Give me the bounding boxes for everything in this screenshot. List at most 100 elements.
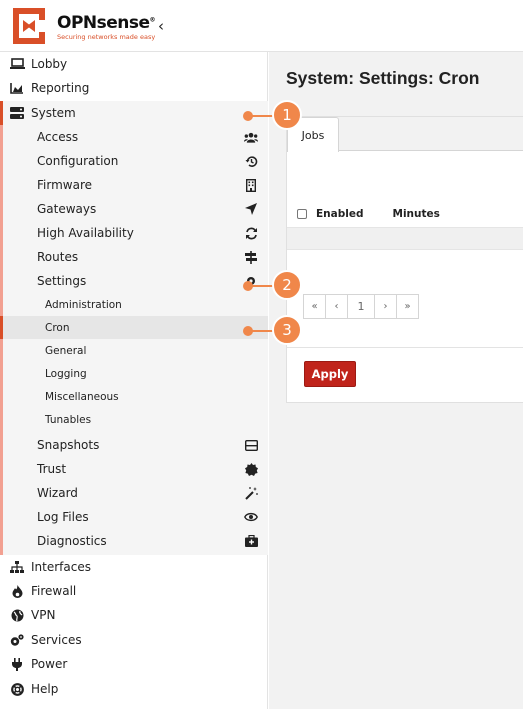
prev-page-button[interactable]: ‹: [325, 294, 348, 319]
life-ring-icon: [7, 682, 27, 696]
sidebar-item-label: Log Files: [37, 510, 89, 524]
sidebar-item-label: Diagnostics: [37, 534, 107, 548]
sidebar-item-label: Administration: [45, 298, 122, 311]
sidebar-item-label: Reporting: [31, 81, 90, 95]
system-submenu: Access Configuration Firmware Gateways H…: [0, 125, 268, 555]
main-content: System: Settings: Cron Jobs Enabled Minu…: [269, 52, 523, 709]
sidebar-item-gateways[interactable]: Gateways: [3, 197, 268, 221]
apply-button[interactable]: Apply: [304, 361, 356, 387]
sidebar-item-tunables[interactable]: Tunables: [3, 408, 268, 431]
refresh-icon: [244, 226, 258, 240]
sidebar-item-system[interactable]: System: [0, 101, 268, 125]
panel-divider: [287, 347, 523, 348]
sidebar-item-snapshots[interactable]: Snapshots: [3, 433, 268, 457]
next-page-button[interactable]: ›: [374, 294, 397, 319]
magic-icon: [244, 486, 258, 500]
sidebar-item-label: High Availability: [37, 226, 134, 240]
sidebar-item-firewall[interactable]: Firewall: [0, 579, 268, 603]
plug-icon: [7, 657, 27, 671]
sidebar-item-interfaces[interactable]: Interfaces: [0, 555, 268, 579]
sidebar-item-label: Help: [31, 682, 59, 696]
sidebar-item-label: Snapshots: [37, 438, 100, 452]
sidebar-item-label: Trust: [37, 462, 67, 476]
sidebar-item-routes[interactable]: Routes: [3, 245, 268, 269]
sidebar-item-label: Cron: [45, 321, 70, 334]
callout-badge-2: 2: [272, 270, 302, 300]
sidebar-item-wizard[interactable]: Wizard: [3, 481, 268, 505]
sidebar-item-label: Firmware: [37, 178, 92, 192]
last-page-button[interactable]: »: [396, 294, 419, 319]
sidebar-item-log-files[interactable]: Log Files: [3, 505, 268, 529]
brand-tagline: Securing networks made easy: [57, 33, 156, 41]
sidebar-item-diagnostics[interactable]: Diagnostics: [3, 529, 268, 553]
sidebar-item-lobby[interactable]: Lobby: [0, 52, 268, 76]
sidebar-nav: Lobby Reporting System Access Configurat…: [0, 52, 268, 709]
sitemap-icon: [7, 561, 27, 573]
sidebar-item-cron[interactable]: Cron: [0, 316, 268, 339]
sidebar-item-settings[interactable]: Settings: [3, 269, 268, 293]
sidebar-item-reporting[interactable]: Reporting: [0, 76, 268, 100]
select-all-checkbox[interactable]: [297, 209, 307, 219]
column-header-minutes[interactable]: Minutes: [393, 208, 440, 220]
certificate-icon: [244, 462, 258, 476]
sidebar-item-general[interactable]: General: [3, 339, 268, 362]
callout-dot-1: [243, 111, 253, 121]
building-icon: [244, 178, 258, 192]
users-icon: [244, 130, 258, 144]
sidebar-item-vpn[interactable]: VPN: [0, 603, 268, 627]
sidebar-item-firmware[interactable]: Firmware: [3, 173, 268, 197]
brand-name-text: OPNsense: [57, 13, 150, 33]
sidebar-item-label: Tunables: [45, 413, 92, 426]
sidebar-item-label: Configuration: [37, 154, 119, 168]
sidebar-item-label: Lobby: [31, 57, 68, 71]
opnsense-logo-icon[interactable]: [9, 6, 49, 46]
sidebar-item-label: Access: [37, 130, 79, 144]
medkit-icon: [244, 534, 258, 548]
sidebar-item-logging[interactable]: Logging: [3, 362, 268, 385]
grid-header: Enabled Minutes: [287, 202, 523, 226]
map-signs-icon: [244, 250, 258, 264]
sidebar-item-label: Gateways: [37, 202, 97, 216]
eye-icon: [244, 510, 258, 524]
sidebar-item-miscellaneous[interactable]: Miscellaneous: [3, 385, 268, 408]
server-icon: [7, 107, 27, 119]
callout-badge-1: 1: [272, 100, 302, 130]
page-title: System: Settings: Cron: [286, 68, 480, 88]
sidebar-item-services[interactable]: Services: [0, 628, 268, 652]
sidebar-item-label: Miscellaneous: [45, 390, 119, 403]
sidebar-item-label: Power: [31, 657, 68, 671]
brand-name: OPNsense®: [57, 13, 156, 33]
sidebar-item-configuration[interactable]: Configuration: [3, 149, 268, 173]
location-arrow-icon: [244, 202, 258, 216]
sidebar-item-label: Services: [31, 633, 82, 647]
sidebar-item-administration[interactable]: Administration: [3, 293, 268, 316]
sidebar-item-access[interactable]: Access: [3, 125, 268, 149]
globe-icon: [7, 609, 27, 622]
sidebar-item-label: Logging: [45, 367, 87, 380]
cron-panel: Jobs Enabled Minutes « ‹ 1 › » Apply: [286, 116, 523, 403]
sidebar-item-power[interactable]: Power: [0, 652, 268, 676]
sidebar-item-help[interactable]: Help: [0, 677, 268, 701]
pagination: « ‹ 1 › »: [303, 294, 419, 319]
top-header: OPNsense® Securing networks made easy ‹: [0, 0, 523, 52]
callout-dot-2: [243, 281, 253, 291]
sidebar-item-label: Routes: [37, 250, 79, 264]
active-indicator: [0, 316, 3, 339]
fire-icon: [7, 584, 27, 598]
history-icon: [244, 154, 258, 168]
callout-badge-3: 3: [272, 315, 302, 345]
sidebar-item-label: Wizard: [37, 486, 78, 500]
sidebar-item-trust[interactable]: Trust: [3, 457, 268, 481]
page-1-button[interactable]: 1: [347, 294, 375, 319]
sidebar-item-high-availability[interactable]: High Availability: [3, 221, 268, 245]
sidebar-item-label: Firewall: [31, 584, 77, 598]
first-page-button[interactable]: «: [303, 294, 326, 319]
chevron-left-icon[interactable]: ‹: [153, 17, 169, 35]
tab-strip: Jobs: [287, 117, 523, 152]
callout-dot-3: [243, 326, 253, 336]
laptop-icon: [7, 58, 27, 70]
grid-empty-row: [287, 227, 523, 250]
column-header-enabled[interactable]: Enabled: [316, 208, 364, 220]
area-chart-icon: [7, 82, 27, 94]
hdd-icon: [244, 438, 258, 452]
